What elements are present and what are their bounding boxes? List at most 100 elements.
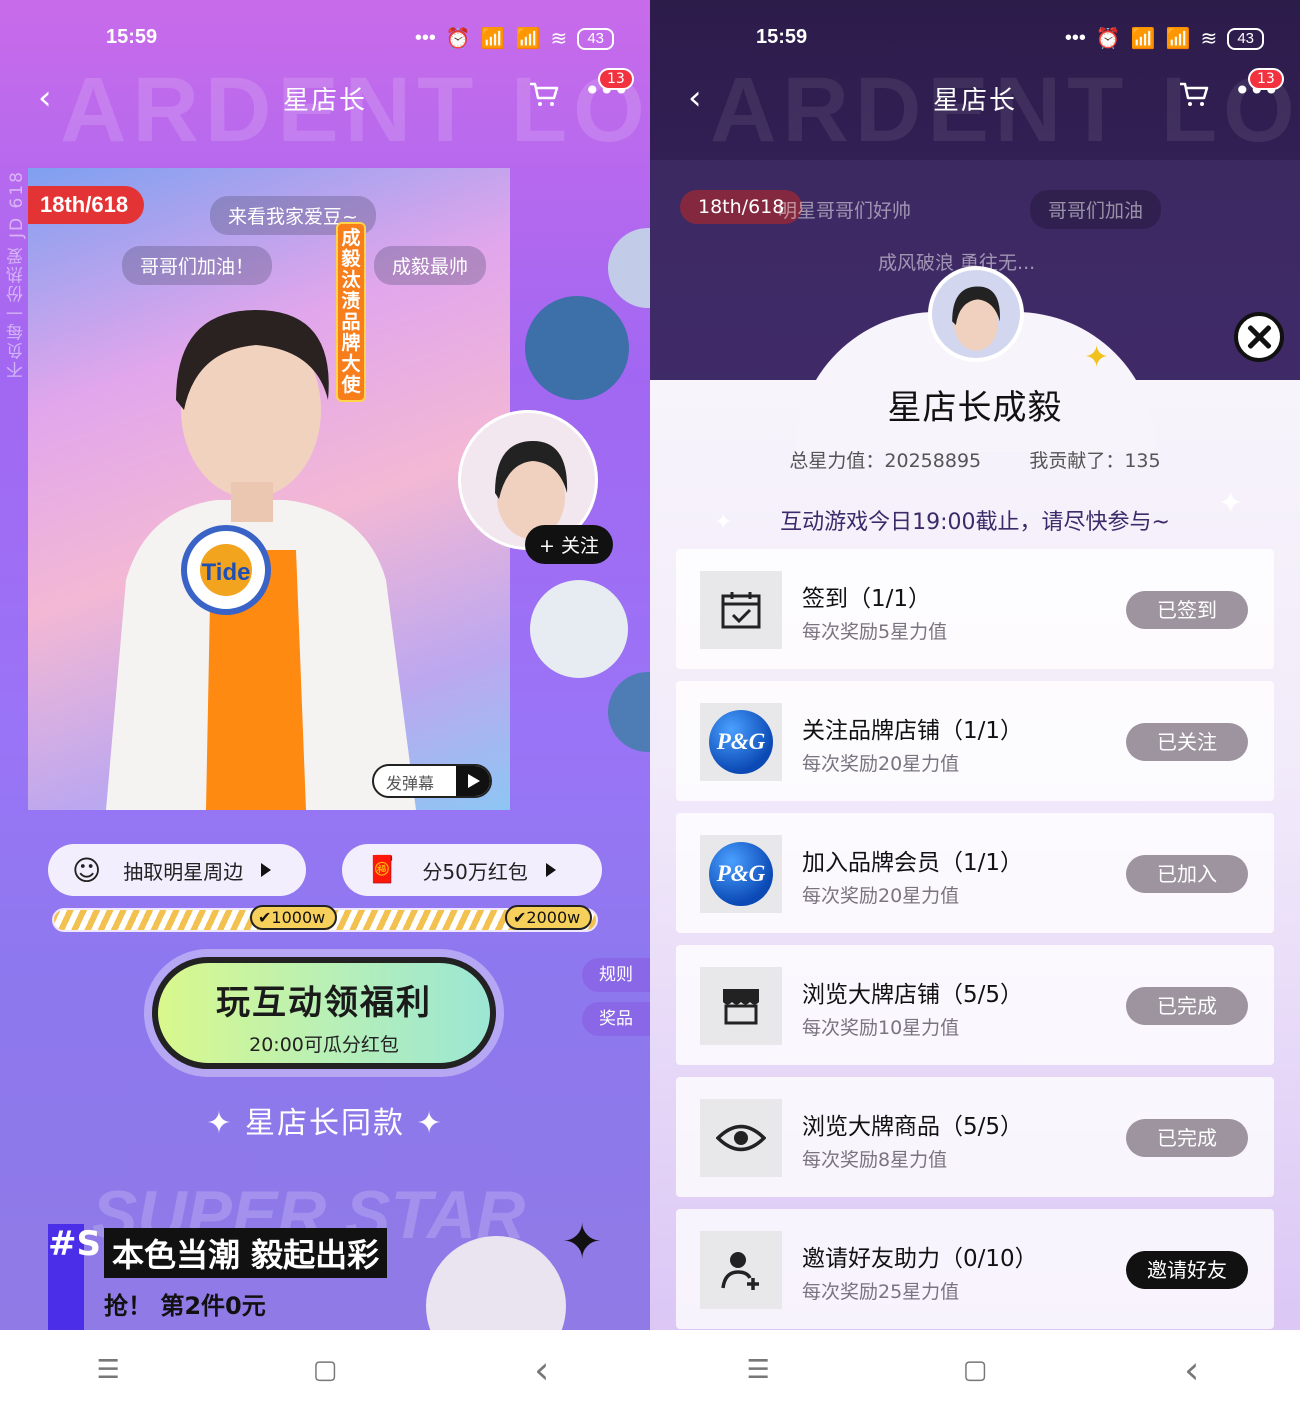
status-icons: ••• ⏰ 📶 📶 ≋ 43 <box>1065 26 1264 51</box>
task-name: 签到（1/1） <box>802 586 932 612</box>
svg-text:Tide: Tide <box>202 559 251 586</box>
eye-icon <box>700 1099 782 1177</box>
home-icon[interactable]: ▢ <box>217 1355 434 1385</box>
notification-badge: 13 <box>1248 68 1284 90</box>
red-packet-label: 分50万红包 <box>422 859 528 884</box>
brand-ambassador-banner: 成毅汰渍品牌大使 <box>336 222 366 402</box>
system-nav-bar: ☰ ▢ ‹ <box>0 1330 650 1409</box>
my-contribution: 135 <box>1124 450 1161 472</box>
add-user-icon <box>700 1231 782 1309</box>
calendar-check-icon <box>700 571 782 649</box>
task-name: 浏览大牌商品（5/5） <box>802 1114 1024 1140</box>
cart-icon[interactable] <box>528 80 560 108</box>
star-portrait-image: Tide <box>106 310 416 810</box>
task-reward: 每次奖励10星力值 <box>802 1017 960 1039</box>
sparkle-icon: ✦ <box>1084 340 1110 375</box>
play-interactive-subtitle: 20:00可瓜分红包 <box>249 1034 399 1056</box>
status-icons: ••• ⏰ 📶 📶 ≋ 43 <box>415 26 614 51</box>
side-vertical-slogan: 不负每一份热爱 JD 618 <box>7 170 27 379</box>
task-reward: 每次奖励20星力值 <box>802 753 960 775</box>
section-title: ✦ 星店长同款 ✦ <box>206 1106 444 1141</box>
task-reward: 每次奖励25星力值 <box>802 1281 960 1303</box>
home-icon[interactable]: ▢ <box>867 1355 1084 1385</box>
system-nav-bar: ☰ ▢ ‹ <box>650 1330 1300 1409</box>
menu-icon[interactable]: ☰ <box>650 1355 867 1385</box>
alarm-icon: ⏰ <box>445 28 471 50</box>
wifi-icon: ≋ <box>550 28 568 50</box>
notification-badge: 13 <box>598 68 634 90</box>
signal-icon-2: 📶 <box>515 28 541 50</box>
task-name: 邀请好友助力（0/10） <box>802 1246 1038 1272</box>
follow-button[interactable]: + 关注 <box>525 525 613 564</box>
title-bar: ‹ 星店长 ••• 13 <box>650 68 1300 122</box>
battery-icon: 43 <box>1227 27 1264 50</box>
play-interactive-button[interactable]: 玩互动领福利 20:00可瓜分红包 <box>152 957 496 1069</box>
send-danmu-label: 发弹幕 <box>386 774 435 793</box>
deadline-notice: 互动游戏今日19:00截止，请尽快参与~ <box>780 510 1170 535</box>
close-icon[interactable] <box>1234 312 1284 362</box>
cart-icon[interactable] <box>1178 80 1210 108</box>
total-star-power: 20258895 <box>884 450 982 472</box>
completed-button[interactable]: 已完成 <box>1126 987 1248 1025</box>
promo-headline[interactable]: 本色当潮 毅起出彩 <box>104 1228 388 1278</box>
task-name: 加入品牌会员（1/1） <box>802 850 1024 876</box>
status-bar: 15:59 ••• ⏰ 📶 📶 ≋ 43 <box>0 20 650 56</box>
promo-subline[interactable]: 抢！ 第2件0元 <box>104 1286 266 1321</box>
back-icon[interactable]: ‹ <box>433 1348 650 1392</box>
task-name: 关注品牌店铺（1/1） <box>802 718 1024 744</box>
red-packet-button[interactable]: 🧧 分50万红包 <box>342 844 602 896</box>
danmu-message: 哥哥们加油！ <box>122 246 273 285</box>
task-row: 签到（1/1） 每次奖励5星力值 已签到 <box>676 549 1274 669</box>
menu-icon[interactable]: ☰ <box>0 1355 217 1385</box>
more-status-icon: ••• <box>1064 27 1086 49</box>
signal-icon: 📶 <box>1130 28 1156 50</box>
star-power-stats: 总星力值：20258895 我贡献了：135 <box>789 450 1161 472</box>
task-row: P&G 加入品牌会员（1/1） 每次奖励20星力值 已加入 <box>676 813 1274 933</box>
signal-icon-2: 📶 <box>1165 28 1191 50</box>
status-time: 15:59 <box>106 26 158 48</box>
live-room-screen: ARDENT LOVE 不负每一份热爱 JD 618 15:59 ••• ⏰ 📶… <box>0 0 650 1330</box>
star-avatar[interactable] <box>525 296 629 400</box>
signed-in-button[interactable]: 已签到 <box>1126 591 1248 629</box>
back-icon[interactable]: ‹ <box>1083 1348 1300 1392</box>
star-avatar[interactable] <box>608 228 650 308</box>
followed-button[interactable]: 已关注 <box>1126 723 1248 761</box>
pg-logo-icon: P&G <box>700 703 782 781</box>
title-bar: ‹ 星店长 ••• 13 <box>0 68 650 122</box>
task-name: 浏览大牌店铺（5/5） <box>802 982 1024 1008</box>
rules-button[interactable]: 规则 <box>582 958 650 992</box>
play-icon <box>456 766 490 796</box>
pg-logo-icon: P&G <box>700 835 782 913</box>
sparkle-icon: ✦ <box>562 1214 603 1270</box>
star-avatar[interactable] <box>608 672 650 752</box>
event-618-tag: 18th/618 <box>28 186 145 224</box>
alarm-icon: ⏰ <box>1095 28 1121 50</box>
completed-button[interactable]: 已完成 <box>1126 1119 1248 1157</box>
smiley-icon: ☺ <box>72 853 102 887</box>
invite-friends-button[interactable]: 邀请好友 <box>1126 1251 1248 1289</box>
joined-button[interactable]: 已加入 <box>1126 855 1248 893</box>
store-icon <box>700 967 782 1045</box>
prizes-button[interactable]: 奖品 <box>582 1002 650 1036</box>
sheet-title: 星店长成毅 <box>887 388 1063 428</box>
danmu-message: 明星哥哥们好帅 <box>778 200 912 222</box>
danmu-message: 哥哥们加油 <box>1030 190 1162 229</box>
play-interactive-title: 玩互动领福利 <box>216 983 432 1023</box>
hashtag-bar: #S <box>48 1224 101 1330</box>
arrow-right-icon <box>545 863 556 877</box>
arrow-right-icon <box>261 863 272 877</box>
more-status-icon: ••• <box>414 27 436 49</box>
status-time: 15:59 <box>756 26 808 48</box>
task-row: P&G 关注品牌店铺（1/1） 每次奖励20星力值 已关注 <box>676 681 1274 801</box>
star-avatar[interactable] <box>530 580 628 678</box>
task-row: 浏览大牌商品（5/5） 每次奖励8星力值 已完成 <box>676 1077 1274 1197</box>
send-danmu-button[interactable]: 发弹幕 <box>372 764 492 798</box>
danmu-message: 成毅最帅 <box>374 246 487 285</box>
avatar-face <box>952 286 1000 351</box>
progress-milestone: ✔1000w <box>250 905 338 930</box>
task-row: 邀请好友助力（0/10） 每次奖励25星力值 邀请好友 <box>676 1209 1274 1329</box>
red-packet-icon: 🧧 <box>366 855 399 885</box>
draw-merch-button[interactable]: ☺ 抽取明星周边 <box>48 844 306 896</box>
progress-milestone: ✔2000w <box>505 905 593 930</box>
star-avatar <box>928 266 1024 362</box>
